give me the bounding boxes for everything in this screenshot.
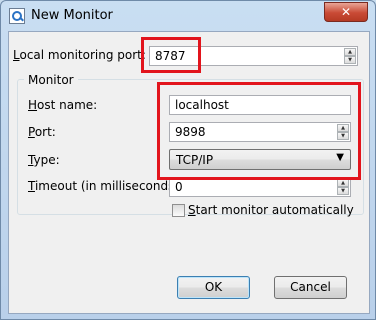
timeout-field[interactable]: 0 ▲ ▼ xyxy=(169,177,351,197)
local-port-spinner[interactable]: ▲ ▼ xyxy=(344,48,356,64)
spin-down-icon[interactable]: ▼ xyxy=(337,187,349,195)
monitor-group-title: Monitor xyxy=(24,73,78,87)
timeout-label: Timeout (in milliseconds): xyxy=(28,179,184,193)
spin-down-icon[interactable]: ▼ xyxy=(344,56,356,64)
local-port-highlight xyxy=(141,37,201,73)
monitor-fields-highlight xyxy=(157,82,361,180)
new-monitor-dialog: New Monitor ✕ Local monitoring port: 878… xyxy=(0,0,376,320)
monitor-app-icon xyxy=(9,8,25,24)
close-button[interactable]: ✕ xyxy=(324,2,368,22)
port-label: Port: xyxy=(28,125,56,139)
type-label: Type: xyxy=(28,153,60,167)
host-name-label: Host name: xyxy=(28,98,98,112)
spin-up-icon[interactable]: ▲ xyxy=(344,48,356,56)
timeout-spinner[interactable]: ▲ ▼ xyxy=(337,179,349,195)
timeout-value: 0 xyxy=(175,180,183,194)
local-port-label: Local monitoring port: xyxy=(13,48,146,62)
spin-up-icon[interactable]: ▲ xyxy=(337,179,349,187)
close-icon: ✕ xyxy=(340,5,352,19)
ok-button[interactable]: OK xyxy=(177,276,250,299)
window-title: New Monitor xyxy=(31,8,113,23)
start-automatically-label[interactable]: Start monitor automatically xyxy=(188,203,354,217)
title-bar: New Monitor ✕ xyxy=(1,1,375,31)
dialog-body: Local monitoring port: 8787 ▲ ▼ Monitor … xyxy=(8,31,370,314)
cancel-button[interactable]: Cancel xyxy=(274,276,347,299)
start-automatically-checkbox[interactable] xyxy=(172,204,185,217)
